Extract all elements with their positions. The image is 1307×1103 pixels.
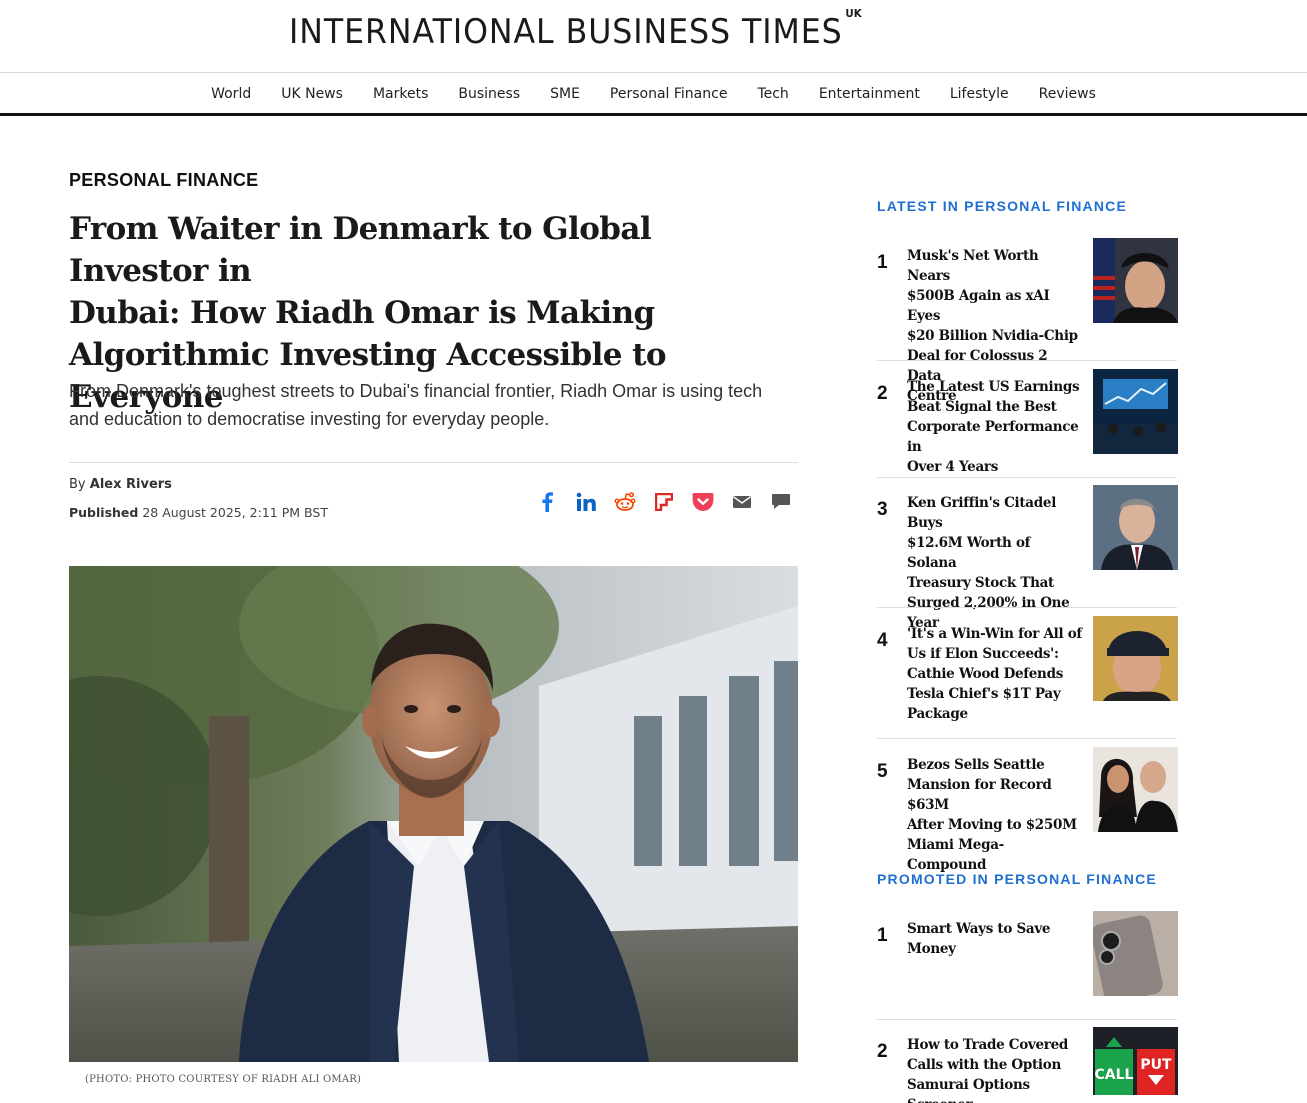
headline-line: Tesla Chief's $1T Pay <box>907 686 1061 702</box>
item-thumbnail[interactable] <box>1093 747 1178 832</box>
item-divider <box>877 1019 1177 1020</box>
email-icon[interactable] <box>731 489 753 515</box>
publish-info: Published 28 August 2025, 2:11 PM BST <box>69 505 328 520</box>
article-standfirst: From Denmark's toughest streets to Dubai… <box>69 377 789 433</box>
nav-uk-news[interactable]: UK News <box>281 86 343 102</box>
flipboard-icon[interactable] <box>653 489 675 515</box>
item-thumbnail[interactable] <box>1093 238 1178 323</box>
headline-line: Beat Signal the Best <box>907 399 1057 415</box>
item-thumbnail[interactable] <box>1093 616 1178 701</box>
nav-sme[interactable]: SME <box>550 86 580 102</box>
site-header: INTERNATIONAL BUSINESS TIMES UK <box>0 0 1307 73</box>
photo-caption: (PHOTO: PHOTO COURTESY OF RIADH ALI OMAR… <box>85 1074 362 1085</box>
published-date: 28 August 2025, 2:11 PM BST <box>142 505 328 520</box>
latest-section-title[interactable]: LATEST IN PERSONAL FINANCE <box>877 198 1127 214</box>
byline: By Alex Rivers <box>69 477 172 492</box>
item-number: 4 <box>877 630 888 651</box>
logo-edition: UK <box>845 6 862 20</box>
item-number: 2 <box>877 383 888 404</box>
item-headline[interactable]: How to Trade Covered Calls with the Opti… <box>907 1035 1082 1103</box>
nav-reviews[interactable]: Reviews <box>1039 86 1096 102</box>
item-thumbnail[interactable] <box>1093 369 1178 454</box>
author-link[interactable]: Alex Rivers <box>90 477 172 492</box>
item-thumbnail[interactable]: CALL PUT <box>1093 1027 1178 1095</box>
put-label: PUT <box>1140 1057 1172 1073</box>
item-number: 1 <box>877 925 888 946</box>
item-divider <box>877 360 1177 361</box>
headline-line: $12.6M Worth of Solana <box>907 535 1031 571</box>
headline-line: Bezos Sells Seattle <box>907 757 1045 773</box>
headline-line: Samurai Options Screener <box>907 1077 1030 1103</box>
share-bar <box>536 489 792 515</box>
pocket-icon[interactable] <box>692 489 714 515</box>
main-nav: World UK News Markets Business SME Perso… <box>0 74 1307 116</box>
headline-line: Musk's Net Worth Nears <box>907 248 1039 284</box>
headline-line: Surged 2,200% in One <box>907 595 1070 611</box>
item-headline[interactable]: Smart Ways to Save Money <box>907 919 1082 959</box>
facebook-icon[interactable] <box>536 489 558 515</box>
headline-line: Package <box>907 706 968 722</box>
item-number: 3 <box>877 499 888 520</box>
headline-line: Us if Elon Succeeds': <box>907 646 1059 662</box>
item-number: 2 <box>877 1041 888 1062</box>
headline-line: How to Trade Covered <box>907 1037 1068 1053</box>
headline-line: Treasury Stock That <box>907 575 1054 591</box>
nav-personal-finance[interactable]: Personal Finance <box>610 86 728 102</box>
article-category[interactable]: PERSONAL FINANCE <box>69 170 258 191</box>
linkedin-icon[interactable] <box>575 489 597 515</box>
byline-divider <box>69 462 798 463</box>
nav-entertainment[interactable]: Entertainment <box>819 86 920 102</box>
headline-line: Mansion for Record $63M <box>907 777 1052 813</box>
headline-line: Miami Mega-Compound <box>907 837 1004 873</box>
nav-business[interactable]: Business <box>458 86 520 102</box>
item-number: 5 <box>877 761 888 782</box>
nav-world[interactable]: World <box>211 86 251 102</box>
item-thumbnail[interactable] <box>1093 911 1178 996</box>
item-headline[interactable]: Bezos Sells Seattle Mansion for Record $… <box>907 755 1082 875</box>
logo-text: INTERNATIONAL BUSINESS TIMES <box>289 12 843 52</box>
headline-line: Ken Griffin's Citadel Buys <box>907 495 1057 531</box>
headline-line: Corporate Performance in <box>907 419 1079 455</box>
headline-line: From Waiter in Denmark to Global Investo… <box>69 211 652 289</box>
nav-markets[interactable]: Markets <box>373 86 428 102</box>
headline-line: The Latest US Earnings <box>907 379 1080 395</box>
headline-line: 'It's a Win-Win for All of <box>907 626 1082 642</box>
item-divider <box>877 607 1177 608</box>
site-logo[interactable]: INTERNATIONAL BUSINESS TIMES UK <box>289 7 862 52</box>
item-headline[interactable]: The Latest US Earnings Beat Signal the B… <box>907 377 1082 477</box>
call-label: CALL <box>1095 1067 1134 1083</box>
headline-line: Cathie Wood Defends <box>907 666 1064 682</box>
standfirst-line: and education to democratise investing f… <box>69 409 550 429</box>
byline-prefix: By <box>69 477 86 492</box>
standfirst-line: From Denmark's toughest streets to Dubai… <box>69 381 763 401</box>
item-number: 1 <box>877 252 888 273</box>
item-divider <box>877 738 1177 739</box>
published-label: Published <box>69 505 139 520</box>
nav-lifestyle[interactable]: Lifestyle <box>950 86 1009 102</box>
headline-line: Calls with the Option <box>907 1057 1061 1073</box>
hero-photo <box>69 566 798 1062</box>
item-thumbnail[interactable] <box>1093 485 1178 570</box>
promoted-section-title[interactable]: PROMOTED IN PERSONAL FINANCE <box>877 871 1157 887</box>
item-headline[interactable]: 'It's a Win-Win for All of Us if Elon Su… <box>907 624 1082 724</box>
headline-line: After Moving to $250M <box>907 817 1077 833</box>
item-headline[interactable]: Ken Griffin's Citadel Buys $12.6M Worth … <box>907 493 1082 633</box>
reddit-icon[interactable] <box>614 489 636 515</box>
item-divider <box>877 477 1177 478</box>
headline-line: Smart Ways to Save <box>907 921 1051 937</box>
headline-line: Over 4 Years <box>907 459 999 475</box>
headline-line: $500B Again as xAI Eyes <box>907 288 1050 324</box>
nav-tech[interactable]: Tech <box>757 86 788 102</box>
headline-line: $20 Billion Nvidia-Chip <box>907 328 1078 344</box>
comment-icon[interactable] <box>770 489 792 515</box>
headline-line: Money <box>907 941 956 957</box>
headline-line: Dubai: How Riadh Omar is Making <box>69 295 655 331</box>
